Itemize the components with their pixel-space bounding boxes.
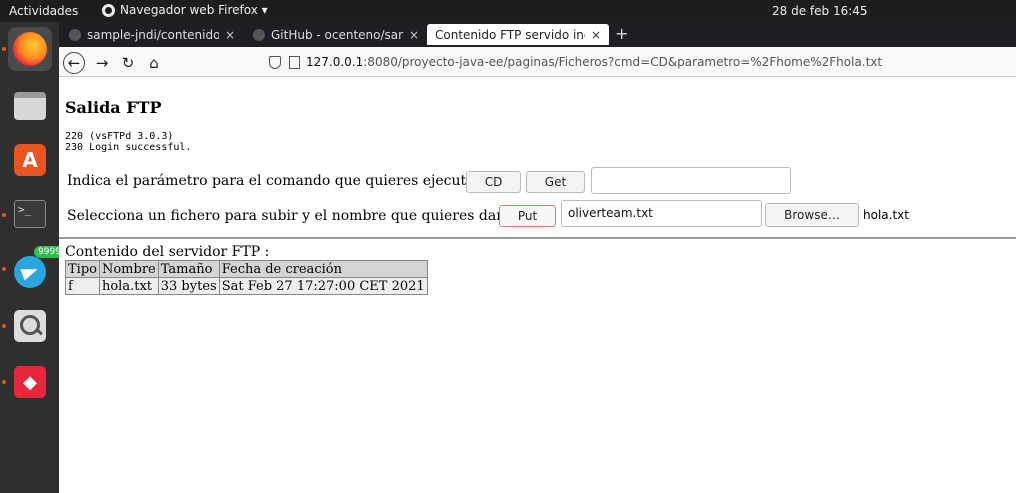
software-store-icon: A <box>14 144 46 176</box>
clock[interactable]: 28 de feb 16:45 <box>772 4 868 18</box>
top-bar: Actividades Navegador web Firefox ▾ 28 d… <box>0 0 1016 22</box>
dock-terminal[interactable]: >_ <box>8 192 52 236</box>
page-content: Salida FTP 220 (vsFTPd 3.0.3) 230 Login … <box>59 78 1016 493</box>
dock-telegram[interactable]: 9999 <box>8 246 65 294</box>
dock-software[interactable]: A <box>8 138 52 182</box>
reload-button[interactable]: ↻ <box>117 52 139 74</box>
app-menu[interactable]: Navegador web Firefox ▾ <box>102 3 268 17</box>
running-indicator <box>2 324 6 328</box>
browser-window: sample-jndi/contenido.z × GitHub - ocent… <box>59 22 1016 493</box>
nav-bar: ← → ↻ ⌂ 127.0.0.1 :8080/proyecto-java-ee… <box>59 47 1016 77</box>
page-title: Salida FTP <box>65 98 162 117</box>
firefox-icon <box>102 3 115 17</box>
running-indicator <box>2 213 6 217</box>
github-favicon-icon <box>69 28 81 41</box>
url-host: 127.0.0.1 <box>306 55 364 69</box>
page-info-icon[interactable] <box>289 55 300 69</box>
magnifier-icon <box>14 310 46 342</box>
column-header: Tamaño <box>157 260 220 278</box>
ftp-response: 220 (vsFTPd 3.0.3) 230 Login successful. <box>65 131 191 153</box>
response-line: 220 (vsFTPd 3.0.3) <box>65 131 174 142</box>
selected-file-name: hola.txt <box>863 208 909 222</box>
tab-label: GitHub - ocenteno/samp <box>271 27 403 42</box>
firefox-icon <box>13 32 47 66</box>
new-tab-button[interactable]: + <box>615 24 628 43</box>
tab-label: Contenido FTP servido inde <box>435 27 585 42</box>
server-contents-label: Contenido del servidor FTP : <box>65 244 270 260</box>
cd-button[interactable]: CD <box>466 171 521 193</box>
dock-files[interactable] <box>8 84 52 128</box>
column-header: Fecha de creación <box>218 260 428 278</box>
table-cell: hola.txt <box>98 277 159 295</box>
upload-label: Selecciona un fichero para subir y el no… <box>67 208 525 224</box>
back-button[interactable]: ← <box>63 52 85 74</box>
home-button[interactable]: ⌂ <box>143 52 165 74</box>
dock-search[interactable] <box>8 304 52 348</box>
git-icon: ◆ <box>14 366 46 398</box>
table-header-row: Tipo Nombre Tamaño Fecha de creación <box>65 260 428 278</box>
running-indicator <box>2 47 6 51</box>
terminal-icon: >_ <box>14 200 46 228</box>
table-cell: 33 bytes <box>157 277 220 295</box>
telegram-icon <box>14 256 46 288</box>
app-menu-label: Navegador web Firefox ▾ <box>120 3 268 17</box>
tab-github[interactable]: GitHub - ocenteno/samp × <box>245 24 427 45</box>
table-cell: Sat Feb 27 17:27:00 CET 2021 <box>218 277 428 295</box>
put-button[interactable]: Put <box>499 205 556 227</box>
url-bar[interactable]: 127.0.0.1 :8080/proyecto-java-ee/paginas… <box>255 50 1016 74</box>
response-line: 230 Login successful. <box>65 142 192 153</box>
table-cell: f <box>65 277 100 295</box>
tab-label: sample-jndi/contenido.z <box>87 27 219 42</box>
column-header: Nombre <box>98 260 159 278</box>
tab-contenido-ftp[interactable]: Contenido FTP servido inde × <box>427 24 609 45</box>
running-indicator <box>2 267 6 271</box>
divider <box>59 237 1016 239</box>
dock-git[interactable]: ◆ <box>8 360 52 404</box>
files-icon <box>14 92 46 120</box>
get-button[interactable]: Get <box>526 171 585 193</box>
browse-button[interactable]: Browse… <box>765 203 859 227</box>
url-path: :8080/proyecto-java-ee/paginas/Ficheros?… <box>363 55 883 69</box>
tracking-protection-shield-icon[interactable] <box>269 55 281 69</box>
close-tab-icon[interactable]: × <box>409 28 419 42</box>
tab-bar: sample-jndi/contenido.z × GitHub - ocent… <box>59 22 1016 47</box>
upload-name-input[interactable]: oliverteam.txt <box>561 200 762 227</box>
dock: A >_ 9999 ◆ <box>0 22 65 493</box>
table-row: f hola.txt 33 bytes Sat Feb 27 17:27:00 … <box>65 277 428 295</box>
running-indicator <box>2 380 6 384</box>
github-favicon-icon <box>253 28 265 41</box>
close-tab-icon[interactable]: × <box>591 28 601 42</box>
forward-button[interactable]: → <box>91 52 113 74</box>
activities-button[interactable]: Actividades <box>9 4 78 18</box>
close-tab-icon[interactable]: × <box>225 28 235 42</box>
ftp-contents-table: Tipo Nombre Tamaño Fecha de creación f h… <box>65 260 428 295</box>
dock-firefox[interactable] <box>8 27 52 71</box>
column-header: Tipo <box>65 260 100 278</box>
parameter-input[interactable] <box>591 167 791 194</box>
tab-sample-jndi[interactable]: sample-jndi/contenido.z × <box>61 24 243 45</box>
command-label: Indica el parámetro para el comando que … <box>67 173 491 189</box>
